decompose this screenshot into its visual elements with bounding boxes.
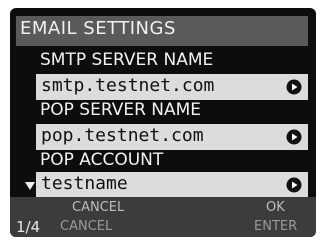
pop-account-field[interactable]: testname (36, 172, 308, 198)
cancel-hint[interactable]: CANCEL (72, 200, 124, 215)
button-guide-footer: CANCEL OK 1/4 CANCEL ENTER (10, 197, 316, 237)
pop-server-field[interactable]: pop.testnet.com (36, 124, 308, 150)
pop-account-label: POP ACCOUNT (40, 150, 164, 170)
right-arrow-icon[interactable] (286, 177, 302, 193)
page-indicator: 1/4 (16, 218, 41, 236)
cancel-button[interactable]: CANCEL (60, 219, 112, 234)
page-title: EMAIL SETTINGS (20, 18, 176, 39)
enter-button[interactable]: ENTER (254, 219, 297, 234)
screen-header: EMAIL SETTINGS (16, 16, 308, 46)
smtp-server-label: SMTP SERVER NAME (40, 50, 214, 70)
right-arrow-icon[interactable] (286, 129, 302, 145)
pop-account-value: testname (41, 173, 128, 194)
settings-screen: EMAIL SETTINGS SMTP SERVER NAME smtp.tes… (10, 8, 316, 237)
pop-server-label: POP SERVER NAME (40, 100, 202, 120)
pop-server-value: pop.testnet.com (41, 125, 204, 146)
right-arrow-icon[interactable] (286, 79, 302, 95)
smtp-server-value: smtp.testnet.com (41, 75, 215, 96)
camera-bezel: EMAIL SETTINGS SMTP SERVER NAME smtp.tes… (0, 0, 325, 245)
ok-hint[interactable]: OK (266, 200, 285, 215)
scroll-down-icon (25, 182, 35, 190)
smtp-server-field[interactable]: smtp.testnet.com (36, 74, 308, 100)
